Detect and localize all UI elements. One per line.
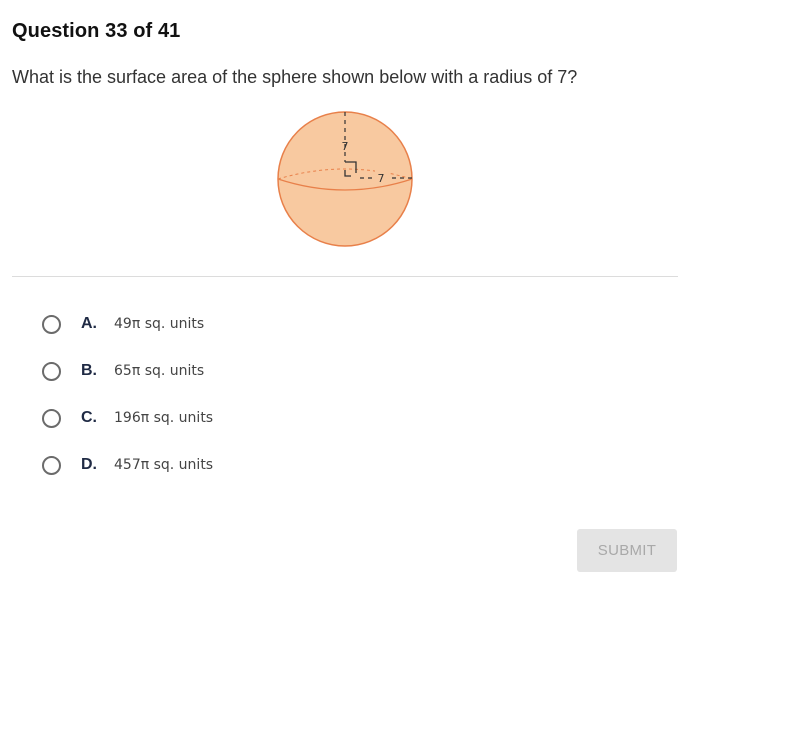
- option-letter: A.: [81, 315, 97, 332]
- sphere-diagram: 7 7: [277, 111, 413, 247]
- option-letter: C.: [81, 409, 97, 426]
- option-b[interactable]: B. 65π sq. units: [42, 357, 213, 385]
- option-a[interactable]: A. 49π sq. units: [42, 310, 213, 338]
- question-counter: Question 33 of 41: [12, 20, 181, 42]
- radio-button-c[interactable]: [42, 408, 61, 428]
- sphere-body: [277, 111, 413, 247]
- vertical-radius-label: 7: [342, 140, 349, 153]
- horizontal-radius-label: 7: [378, 172, 385, 185]
- answer-options: A. 49π sq. units B. 65π sq. units C. 196…: [42, 310, 213, 498]
- radio-button-d[interactable]: [42, 455, 61, 475]
- question-text: What is the surface area of the sphere s…: [12, 67, 578, 87]
- option-text: 65π sq. units: [114, 363, 205, 379]
- option-c[interactable]: C. 196π sq. units: [42, 404, 213, 432]
- option-letter: D.: [81, 456, 97, 473]
- option-d[interactable]: D. 457π sq. units: [42, 451, 213, 479]
- option-text: 457π sq. units: [114, 457, 214, 473]
- option-text: 49π sq. units: [114, 316, 205, 332]
- sphere-figure: 7 7: [270, 104, 420, 254]
- divider: [12, 276, 678, 277]
- option-text: 196π sq. units: [114, 410, 214, 426]
- submit-button[interactable]: SUBMIT: [577, 529, 677, 572]
- radio-button-a[interactable]: [42, 314, 61, 334]
- option-letter: B.: [81, 362, 97, 379]
- radio-button-b[interactable]: [42, 361, 61, 381]
